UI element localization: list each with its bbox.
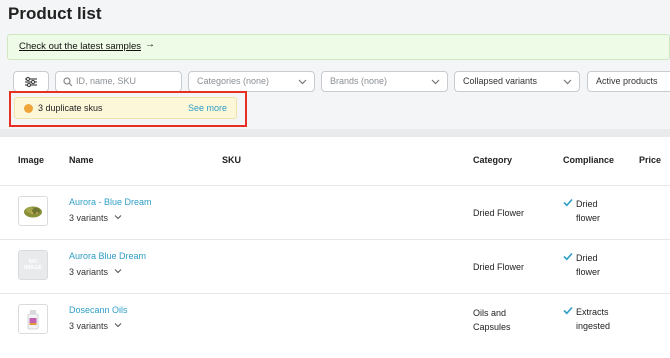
chevron-down-icon	[431, 79, 440, 85]
compliance-line: Dried	[576, 253, 598, 263]
product-name-link[interactable]: Dosecann Oils	[69, 305, 128, 315]
check-icon	[563, 198, 573, 207]
chevron-down-icon	[114, 215, 121, 220]
product-table: Image Name SKU Category Compliance Price…	[0, 137, 670, 358]
no-image-text: IMAGE	[23, 265, 43, 271]
variants-toggle[interactable]: 3 variants	[69, 213, 122, 223]
product-name-link[interactable]: Aurora - Blue Dream	[69, 197, 152, 207]
arrow-right-icon[interactable]: →	[145, 39, 155, 50]
category-line: Dried Flower	[473, 262, 525, 272]
product-thumbnail: NO IMAGE	[18, 250, 48, 280]
product-thumbnail	[18, 304, 48, 334]
variants-select[interactable]: Collapsed variants	[454, 71, 580, 92]
check-icon	[563, 252, 573, 261]
samples-link[interactable]: Check out the latest samples	[19, 41, 141, 52]
cannabis-flower-icon	[24, 206, 42, 218]
table-row[interactable]: Dosecann Oils 3 variants Oils and Capsul…	[0, 293, 670, 358]
category-line: Dried Flower	[473, 208, 525, 218]
search-placeholder: ID, name, SKU	[76, 76, 137, 86]
product-thumbnail	[18, 196, 48, 226]
categories-select[interactable]: Categories (none)	[188, 71, 315, 92]
category-cell: Dried Flower	[473, 260, 524, 274]
category-cell: Oils and Capsules	[473, 306, 511, 334]
products-status-select[interactable]: Active products	[587, 71, 670, 92]
compliance-line: flower	[576, 267, 601, 277]
brands-placeholder: Brands (none)	[330, 76, 388, 86]
chevron-down-icon	[114, 323, 121, 328]
compliance-line: Extracts	[576, 307, 609, 317]
variants-label: 3 variants	[69, 267, 109, 277]
variants-toggle[interactable]: 3 variants	[69, 267, 122, 277]
compliance-line: Dried	[576, 199, 598, 209]
header-price[interactable]: Price	[639, 155, 661, 165]
brands-select[interactable]: Brands (none)	[321, 71, 448, 92]
header-sku[interactable]: SKU	[222, 155, 241, 165]
check-icon	[563, 306, 573, 315]
chevron-down-icon	[298, 79, 307, 85]
header-compliance[interactable]: Compliance	[563, 155, 614, 165]
header-category[interactable]: Category	[473, 155, 512, 165]
variants-label: 3 variants	[69, 321, 109, 331]
categories-placeholder: Categories (none)	[197, 76, 270, 86]
page-title: Product list	[8, 4, 102, 23]
compliance-line: flower	[576, 213, 601, 223]
header-name[interactable]: Name	[69, 155, 94, 165]
samples-banner: Check out the latest samples →	[7, 34, 670, 60]
search-icon	[63, 77, 73, 87]
chevron-down-icon	[114, 269, 121, 274]
compliance-cell: Dried flower	[576, 197, 600, 225]
product-name-link[interactable]: Aurora Blue Dream	[69, 251, 146, 261]
variants-value: Collapsed variants	[463, 76, 538, 86]
highlight-annotation	[9, 91, 247, 127]
section-divider	[0, 129, 670, 137]
variants-label: 3 variants	[69, 213, 109, 223]
chevron-down-icon	[563, 79, 572, 85]
search-input[interactable]: ID, name, SKU	[55, 71, 182, 92]
category-line: Oils and	[473, 308, 507, 318]
header-image: Image	[18, 155, 45, 165]
compliance-cell: Dried flower	[576, 251, 600, 279]
category-line: Capsules	[473, 322, 511, 332]
variants-toggle[interactable]: 3 variants	[69, 321, 122, 331]
compliance-line: ingested	[576, 321, 611, 331]
compliance-cell: Extracts ingested	[576, 305, 610, 333]
table-row[interactable]: Aurora - Blue Dream 3 variants Dried Flo…	[0, 185, 670, 239]
table-row[interactable]: NO IMAGE Aurora Blue Dream 3 variants Dr…	[0, 239, 670, 293]
filter-settings-button[interactable]	[13, 71, 49, 92]
products-status-value: Active products	[596, 76, 658, 86]
sliders-icon	[25, 76, 37, 88]
category-cell: Dried Flower	[473, 206, 524, 220]
no-image-placeholder: NO IMAGE	[19, 259, 47, 271]
oil-bottle-icon	[27, 310, 39, 330]
